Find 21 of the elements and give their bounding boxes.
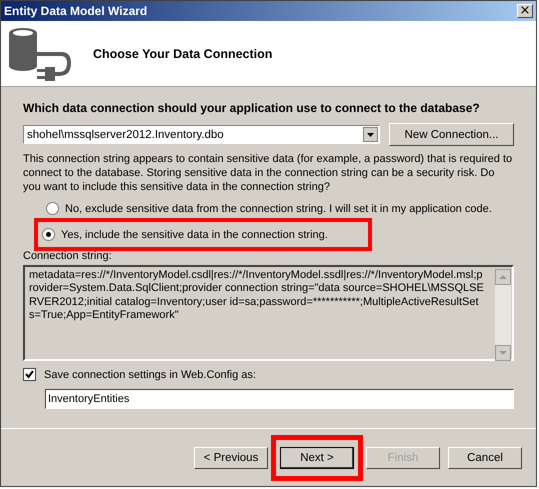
- connection-string-box[interactable]: metadata=res://*/InventoryModel.csdl|res://*/InventoryModel.ssdl|res://*/InventoryModel.msl;provider=System.Data.SqlClient;provider connection string="data source=SHOHEL\MSSQLSERVER2012;initial catalog=Inventory;user id=sa;password=***********;MultipleActiveResultSets=True;App=EntityFramework": [23, 265, 514, 361]
- page-title: Choose Your Data Connection: [93, 46, 272, 60]
- new-connection-button[interactable]: New Connection...: [389, 123, 514, 146]
- entity-name-field[interactable]: InventoryEntities: [45, 389, 514, 409]
- scrollbar[interactable]: [495, 269, 511, 361]
- wizard-button[interactable]: Next >: [280, 446, 354, 468]
- option-label[interactable]: Yes, include the sensitive data in the connection string.: [61, 228, 328, 240]
- close-button[interactable]: ×: [517, 4, 533, 18]
- connection-string-label: Connection string:: [23, 250, 113, 262]
- radio-button[interactable]: [42, 228, 55, 241]
- database-plug-icon: [7, 26, 73, 80]
- question-text: Which data connection should your application use to connect to the database?: [23, 101, 481, 115]
- window-title: Entity Data Model Wizard: [4, 4, 148, 18]
- warning-text: This connection string appears to contain sensitive data (for example, a password) that is required to connect to the database. Storing sensitive data in the connection string can be a security risk. Do you want to include this sensitive data in the connection string?: [23, 152, 514, 194]
- checkbox[interactable]: [23, 368, 36, 381]
- connection-dropdown[interactable]: shohel\mssqlserver2012.Inventory.dbo: [23, 125, 380, 144]
- checkbox-label[interactable]: Save connection settings in Web.Config as:: [44, 368, 256, 380]
- option-label[interactable]: No, exclude sensitive data from the connection string. I will set it in my application code.: [65, 202, 492, 214]
- wizard-button[interactable]: < Previous: [194, 446, 268, 468]
- wizard-button[interactable]: Cancel: [448, 446, 522, 468]
- radio-button[interactable]: [46, 202, 59, 215]
